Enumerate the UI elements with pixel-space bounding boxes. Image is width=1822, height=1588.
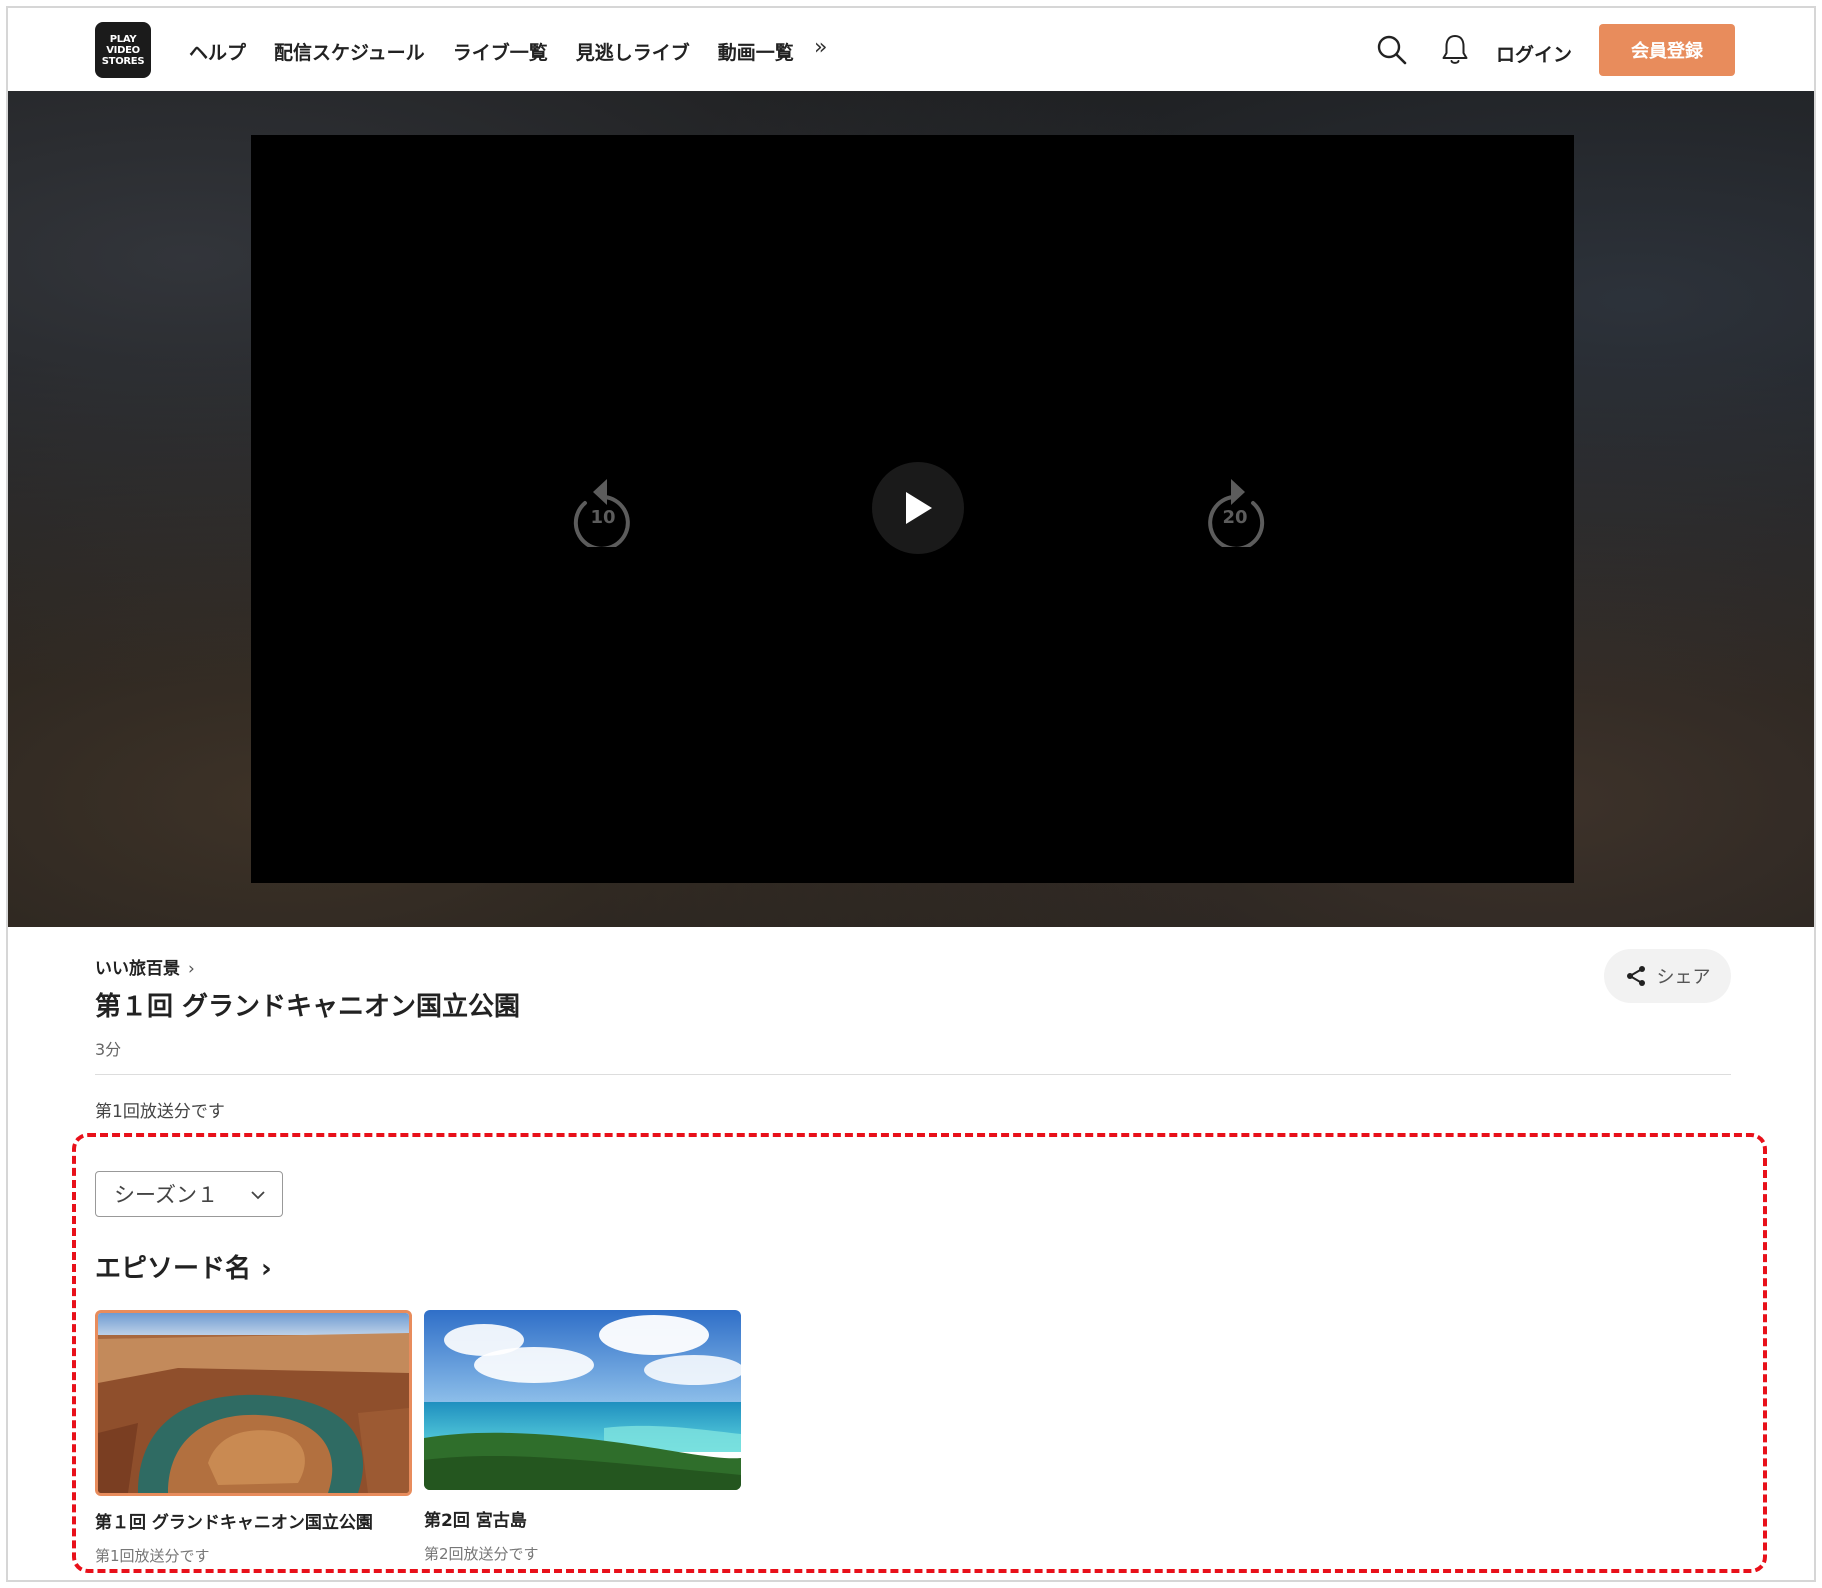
episode-card[interactable]: 第2回 宮古島 第2回放送分です [424,1310,741,1564]
episode-thumbnail-miyako [424,1310,741,1490]
play-button[interactable] [872,462,964,554]
search-icon[interactable] [1376,34,1408,66]
nav-missed-live[interactable]: 見逃しライブ [576,38,690,65]
share-button[interactable]: シェア [1604,949,1731,1003]
main-nav: ヘルプ 配信スケジュール ライブ一覧 見逃しライブ 動画一覧 [189,38,794,65]
page-frame: PLAY VIDEO STORES ヘルプ 配信スケジュール ライブ一覧 見逃し… [6,6,1816,1582]
episode-description: 第1回放送分です [95,1102,225,1122]
episode-card-desc: 第2回放送分です [424,1545,539,1563]
rewind-seconds: 10 [590,507,616,528]
episodes-heading-label: エピソード名 [95,1254,252,1284]
forward-seconds: 20 [1222,507,1248,528]
nav-video-list[interactable]: 動画一覧 [718,38,794,65]
chevron-right-icon: › [188,959,195,979]
episode-title: 第１回 グランドキャニオン国立公園 [95,992,521,1022]
season-selected-value: シーズン１ [114,1183,218,1207]
share-icon [1626,966,1645,986]
episode-card[interactable]: 第１回 グランドキャニオン国立公園 第1回放送分です [95,1310,412,1566]
share-label: シェア [1656,967,1711,988]
divider [95,1074,1731,1075]
nav-help[interactable]: ヘルプ [189,38,246,65]
nav-live-list[interactable]: ライブ一覧 [453,38,548,65]
nav-schedule[interactable]: 配信スケジュール [274,38,425,65]
video-player[interactable]: 10 20 [251,135,1574,883]
chevron-right-icon: › [261,1254,272,1284]
logo-line-2: VIDEO [106,44,140,56]
login-link[interactable]: ログイン [1496,40,1572,67]
chevron-down-icon [251,1191,265,1200]
logo[interactable]: PLAY VIDEO STORES [95,22,151,78]
video-backdrop: 10 20 [8,91,1814,927]
signup-button[interactable]: 会員登録 [1599,24,1735,76]
bell-icon[interactable] [1440,33,1470,67]
rewind-button[interactable]: 10 [571,477,635,551]
episode-card-desc: 第1回放送分です [95,1547,210,1565]
episodes-heading[interactable]: エピソード名 › [95,1248,272,1285]
play-icon [906,492,932,524]
episode-thumbnail-canyon [95,1310,412,1496]
forward-button[interactable]: 20 [1203,477,1267,551]
episode-card-title: 第2回 宮古島 [424,1511,527,1531]
logo-line-1: PLAY [109,33,137,45]
site-header: PLAY VIDEO STORES ヘルプ 配信スケジュール ライブ一覧 見逃し… [8,8,1814,91]
episode-duration: 3分 [95,1040,122,1059]
season-select[interactable]: シーズン１ [95,1171,283,1217]
series-name: いい旅百景 [95,959,180,979]
nav-more-icon[interactable]: » [814,37,827,59]
episode-card-title: 第１回 グランドキャニオン国立公園 [95,1513,373,1533]
series-link[interactable]: いい旅百景 › [95,954,195,979]
logo-line-3: STORES [101,55,145,67]
